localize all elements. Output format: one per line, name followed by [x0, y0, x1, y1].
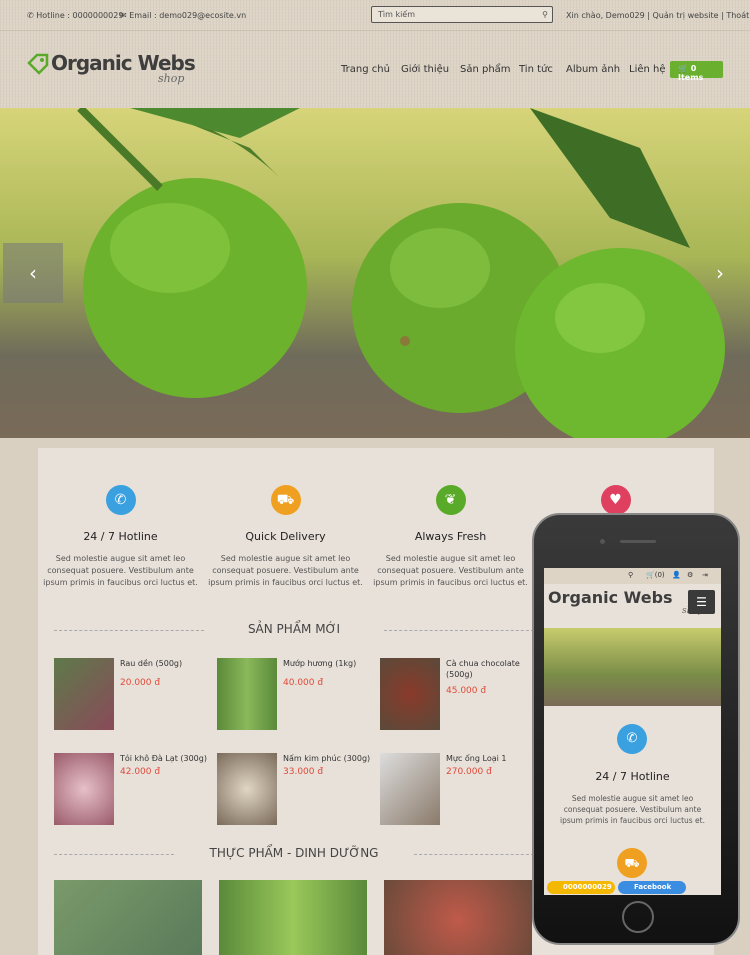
- search-icon[interactable]: ⚲: [628, 571, 633, 579]
- phone-mockup: ⚲ 🛒(0) 👤 ⚙ ⇥ Organic Webs shop ☰ ✆ 24 / …: [532, 513, 740, 945]
- header: Organic Webs shop Trang chủ Giới thiệu S…: [0, 30, 750, 108]
- product-card[interactable]: Tỏi khô Đà Lạt (300g) 42.000 đ: [54, 753, 214, 828]
- product-image[interactable]: [380, 658, 440, 730]
- cart-icon: 🛒: [678, 64, 688, 73]
- phone-icon: ✆: [27, 11, 34, 20]
- user-links[interactable]: Xin chào, Demo029 | Quản trị website | T…: [566, 11, 749, 20]
- logout-icon[interactable]: ⇥: [702, 571, 708, 579]
- next-slide-button[interactable]: ›: [690, 243, 750, 303]
- top-bar: ✆ Hotline : 0000000029 ✉ Email : demo029…: [0, 0, 750, 30]
- truck-icon: ⛟: [617, 848, 647, 878]
- phone-speaker: [620, 540, 656, 543]
- nav-contact[interactable]: Liên hệ: [629, 64, 666, 75]
- mobile-topbar: ⚲ 🛒(0) 👤 ⚙ ⇥: [544, 568, 721, 584]
- phone-home-button: [622, 901, 654, 933]
- mobile-logo[interactable]: Organic Webs shop: [548, 588, 704, 616]
- product-image[interactable]: [380, 753, 440, 825]
- product-card[interactable]: Mực ống Loại 1 270.000 đ: [380, 753, 540, 828]
- section-new-products: SẢN PHẨM MỚI: [54, 622, 534, 636]
- food-image[interactable]: [219, 880, 367, 955]
- cart-icon[interactable]: 🛒(0): [646, 571, 665, 579]
- phone-camera: [600, 539, 605, 544]
- product-image[interactable]: [217, 753, 277, 825]
- facebook-button[interactable]: Facebook: [618, 881, 686, 894]
- hero-slider: ‹ ›: [0, 108, 750, 438]
- nav-album[interactable]: Album ảnh: [566, 64, 620, 75]
- truck-icon: ⛟: [270, 485, 301, 515]
- hero-image: [77, 108, 725, 438]
- gear-icon[interactable]: ⚙: [687, 571, 693, 579]
- product-card[interactable]: Rau dền (500g) 20.000 đ: [54, 658, 214, 733]
- hotline-button[interactable]: 0000000029: [547, 881, 615, 894]
- hamburger-menu-button[interactable]: ☰: [688, 590, 715, 614]
- leaf-icon: ❦: [435, 485, 466, 515]
- food-image[interactable]: [54, 880, 202, 955]
- product-card[interactable]: Cà chua chocolate (500g) 45.000 đ: [380, 658, 540, 733]
- food-image[interactable]: [384, 880, 532, 955]
- feature-fresh: ❦ Always Fresh Sed molestie augue sit am…: [368, 485, 533, 589]
- user-icon[interactable]: 👤: [672, 571, 681, 579]
- feature-heart: ♥: [533, 485, 698, 515]
- feature-delivery: ⛟ Quick Delivery Sed molestie augue sit …: [203, 485, 368, 589]
- heart-icon: ♥: [600, 485, 631, 515]
- product-card[interactable]: Nấm kim phúc (300g) 33.000 đ: [217, 753, 377, 828]
- product-image[interactable]: [54, 658, 114, 730]
- section-food: THỰC PHẨM - DINH DƯỠNG: [54, 846, 534, 860]
- phone-icon: ✆: [105, 485, 136, 515]
- hotline: ✆ Hotline : 0000000029: [27, 11, 124, 20]
- search-icon[interactable]: ⚲: [542, 10, 548, 19]
- product-image[interactable]: [54, 753, 114, 825]
- product-image[interactable]: [217, 658, 277, 730]
- mail-icon: ✉: [120, 11, 127, 20]
- nav-about[interactable]: Giới thiệu: [401, 64, 449, 75]
- cart-button[interactable]: 🛒 0 Items: [670, 61, 723, 82]
- phone-icon: ✆: [617, 724, 647, 754]
- email: ✉ Email : demo029@ecosite.vn: [120, 11, 247, 20]
- tag-icon: [27, 53, 49, 75]
- nav-news[interactable]: Tin tức: [519, 64, 553, 75]
- mobile-hero-image: [544, 628, 721, 706]
- search-input[interactable]: Tìm kiếm ⚲: [371, 6, 553, 23]
- nav-products[interactable]: Sản phẩm: [460, 64, 511, 75]
- phone-screen: ⚲ 🛒(0) 👤 ⚙ ⇥ Organic Webs shop ☰ ✆ 24 / …: [544, 568, 721, 895]
- prev-slide-button[interactable]: ‹: [3, 243, 63, 303]
- product-card[interactable]: Mướp hương (1kg) 40.000 đ: [217, 658, 377, 733]
- logo[interactable]: Organic Webs shop: [27, 51, 197, 91]
- feature-hotline: ✆ 24 / 7 Hotline Sed molestie augue sit …: [38, 485, 203, 589]
- nav-home[interactable]: Trang chủ: [341, 64, 390, 75]
